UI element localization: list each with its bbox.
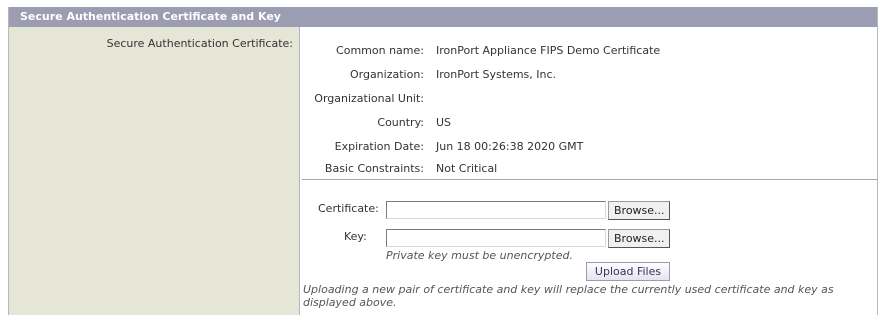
key-file-input[interactable]	[386, 229, 606, 247]
info-value: IronPort Appliance FIPS Demo Certificate	[436, 44, 661, 57]
info-label: Basic Constraints:	[324, 162, 424, 175]
upload-files-button[interactable]: Upload Files	[586, 262, 670, 281]
replace-note: Uploading a new pair of certificate and …	[303, 283, 834, 309]
certificate-panel: Secure Authentication Certificate and Ke…	[8, 7, 878, 315]
info-label: Organization:	[349, 68, 424, 81]
info-label: Organizational Unit:	[314, 92, 424, 105]
certificate-label: Certificate:	[318, 202, 379, 215]
section-header: Secure Authentication Certificate and Ke…	[9, 7, 877, 27]
info-value: Jun 18 00:26:38 2020 GMT	[436, 140, 584, 153]
divider	[302, 179, 877, 180]
info-value: IronPort Systems, Inc.	[436, 68, 557, 81]
key-hint: Private key must be unencrypted.	[386, 249, 573, 262]
certificate-browse-button[interactable]: Browse...	[608, 201, 670, 220]
certificate-file-input[interactable]	[386, 201, 606, 219]
info-label: Common name:	[336, 44, 424, 57]
info-label: Country:	[377, 116, 424, 129]
key-label: Key:	[344, 230, 367, 243]
key-browse-button[interactable]: Browse...	[608, 229, 670, 248]
label-column: Secure Authentication Certificate:	[9, 27, 300, 315]
info-value: Not Critical	[436, 162, 498, 175]
certificate-details: Common name: IronPort Appliance FIPS Dem…	[300, 27, 877, 315]
info-label: Expiration Date:	[334, 140, 424, 153]
info-value: US	[436, 116, 452, 129]
